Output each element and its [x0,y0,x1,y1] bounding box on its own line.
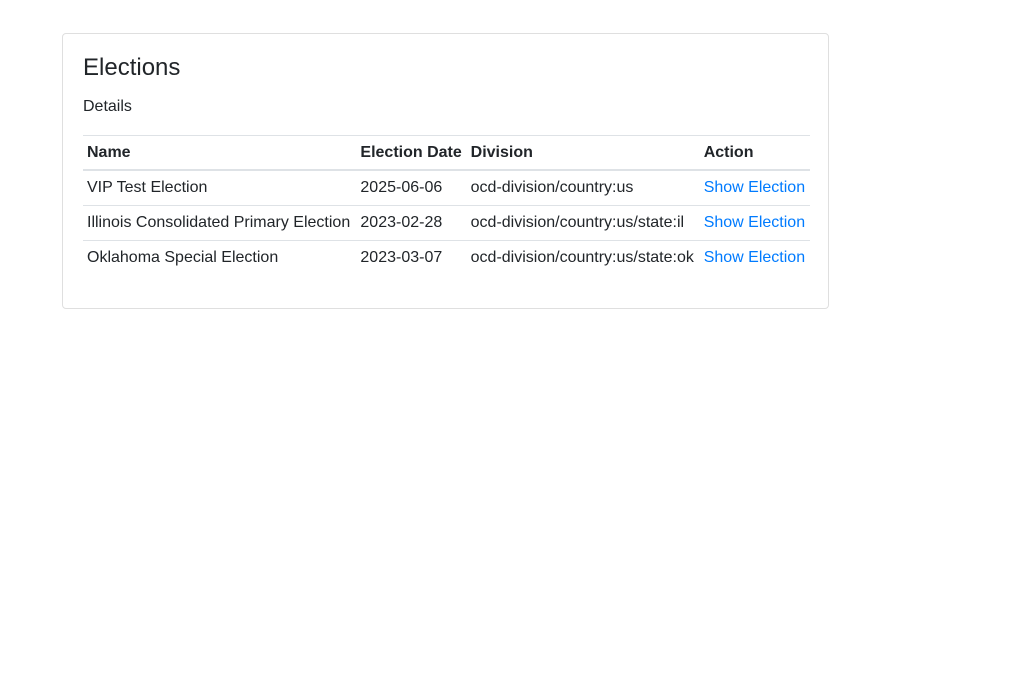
election-action-cell: Show Election [700,170,810,206]
page-title: Elections [83,54,181,81]
election-date-cell: 2023-03-07 [356,240,467,275]
election-division-cell: ocd-division/country:us/state:il [466,205,700,241]
table-body: VIP Test Election 2025-06-06 ocd-divisio… [83,170,810,275]
table-header: Name Election Date Division Action [83,135,810,171]
table-row: Oklahoma Special Election 2023-03-07 ocd… [83,240,810,275]
election-date-cell: 2023-02-28 [356,205,467,241]
show-election-link[interactable]: Show Election [704,214,805,231]
elections-card: Elections Details Name Election Date Div… [62,33,829,309]
column-header-name: Name [83,135,357,171]
card-subtitle: Details [83,98,132,115]
show-election-link[interactable]: Show Election [704,249,805,266]
election-action-cell: Show Election [699,240,810,275]
election-division-cell: ocd-division/country:us/state:ok [466,240,700,275]
elections-table: Name Election Date Division Action VIP T… [83,135,810,275]
election-action-cell: Show Election [699,205,810,241]
column-header-election-date: Election Date [356,135,467,171]
column-header-action: Action [699,135,810,171]
election-date-cell: 2025-06-06 [360,179,443,196]
election-division-cell: ocd-division/country:us [470,179,634,196]
table-header-row: Name Election Date Division Action [83,135,810,171]
table-row: VIP Test Election 2025-06-06 ocd-divisio… [83,170,810,206]
election-name-cell: Oklahoma Special Election [83,240,357,275]
election-name-cell: VIP Test Election [87,179,208,196]
table-row: Illinois Consolidated Primary Election 2… [83,205,810,241]
election-name-cell: Illinois Consolidated Primary Election [83,205,357,241]
show-election-link[interactable]: Show Election [704,179,805,196]
column-header-division: Division [466,135,700,171]
